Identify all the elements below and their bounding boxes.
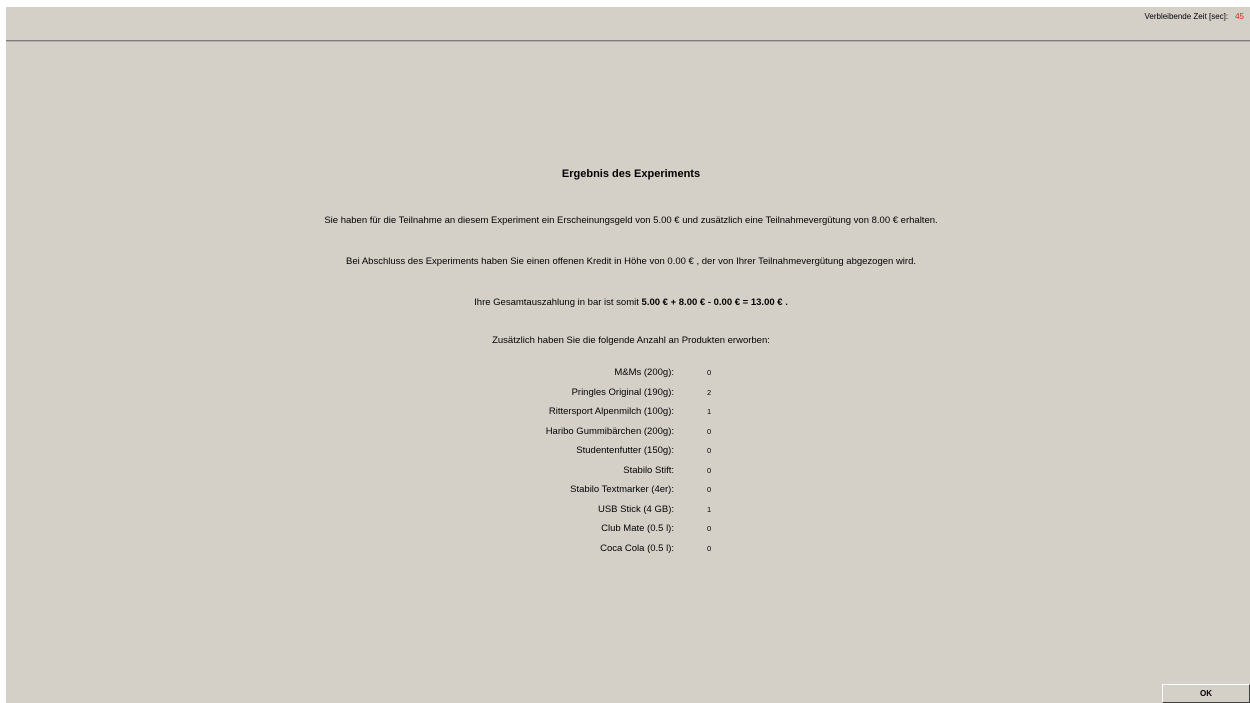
product-row: USB Stick (4 GB): 1 bbox=[6, 504, 1250, 523]
product-label: Club Mate (0.5 l): bbox=[601, 523, 674, 534]
product-label: M&Ms (200g): bbox=[614, 367, 674, 378]
product-label: Studentenfutter (150g): bbox=[576, 445, 674, 456]
total-payout-text: Ihre Gesamtauszahlung in bar ist somit 5… bbox=[6, 297, 1250, 308]
experiment-window: Verbleibende Zeit [sec]: 45 Ergebnis des … bbox=[6, 6, 1250, 703]
product-label: Coca Cola (0.5 l): bbox=[600, 542, 674, 554]
product-row: Stabilo Stift: 0 bbox=[6, 465, 1250, 484]
product-label: Stabilo Textmarker (4er): bbox=[570, 484, 674, 495]
product-row: M&Ms (200g): 0 bbox=[6, 367, 1250, 386]
product-count: 0 bbox=[707, 426, 712, 436]
product-row: Stabilo Textmarker (4er): 0 bbox=[6, 484, 1250, 503]
product-count: 0 bbox=[707, 446, 712, 455]
product-label: Rittersport Alpenmilch (100g): bbox=[548, 406, 674, 417]
product-row: Rittersport Alpenmilch (100g): 1 bbox=[6, 406, 1250, 425]
product-count: 2 bbox=[707, 387, 712, 397]
product-count: 1 bbox=[707, 504, 712, 514]
credit-text: Bei Abschluss des Experiments haben Sie … bbox=[345, 256, 916, 267]
products-intro-text: Zusätzlich haben Sie die folgende Anzahl… bbox=[492, 335, 770, 346]
product-count: 0 bbox=[707, 465, 712, 475]
product-row: Pringles Original (190g): 2 bbox=[6, 387, 1250, 406]
product-row: Studentenfutter (150g): 0 bbox=[6, 445, 1250, 464]
ok-button[interactable]: OK bbox=[1162, 684, 1250, 703]
total-payout-prefix: Ihre Gesamtauszahlung in bar ist somit bbox=[474, 297, 642, 308]
product-count: 0 bbox=[707, 485, 712, 494]
product-label: USB Stick (4 GB): bbox=[597, 503, 674, 515]
screen: Verbleibende Zeit [sec]: 45 Ergebnis des … bbox=[0, 0, 1250, 703]
product-label: Haribo Gummibärchen (200g): bbox=[545, 425, 674, 437]
product-label: Stabilo Stift: bbox=[623, 464, 674, 476]
product-count: 0 bbox=[707, 543, 712, 553]
result-title: Ergebnis des Experiments bbox=[561, 168, 701, 180]
result-panel: Ergebnis des Experiments Sie haben für d… bbox=[6, 6, 1250, 703]
total-payout-formula: 5.00 € + 8.00 € - 0.00 € = 13.00 € . bbox=[641, 297, 788, 308]
product-count: 0 bbox=[707, 524, 712, 533]
participation-fee-text: Sie haben für die Teilnahme an diesem Ex… bbox=[324, 215, 938, 226]
product-count: 0 bbox=[707, 368, 712, 377]
product-row: Coca Cola (0.5 l): 0 bbox=[6, 543, 1250, 562]
product-label: Pringles Original (190g): bbox=[571, 386, 674, 398]
product-row: Club Mate (0.5 l): 0 bbox=[6, 523, 1250, 542]
product-count: 1 bbox=[707, 407, 712, 416]
product-row: Haribo Gummibärchen (200g): 0 bbox=[6, 426, 1250, 445]
